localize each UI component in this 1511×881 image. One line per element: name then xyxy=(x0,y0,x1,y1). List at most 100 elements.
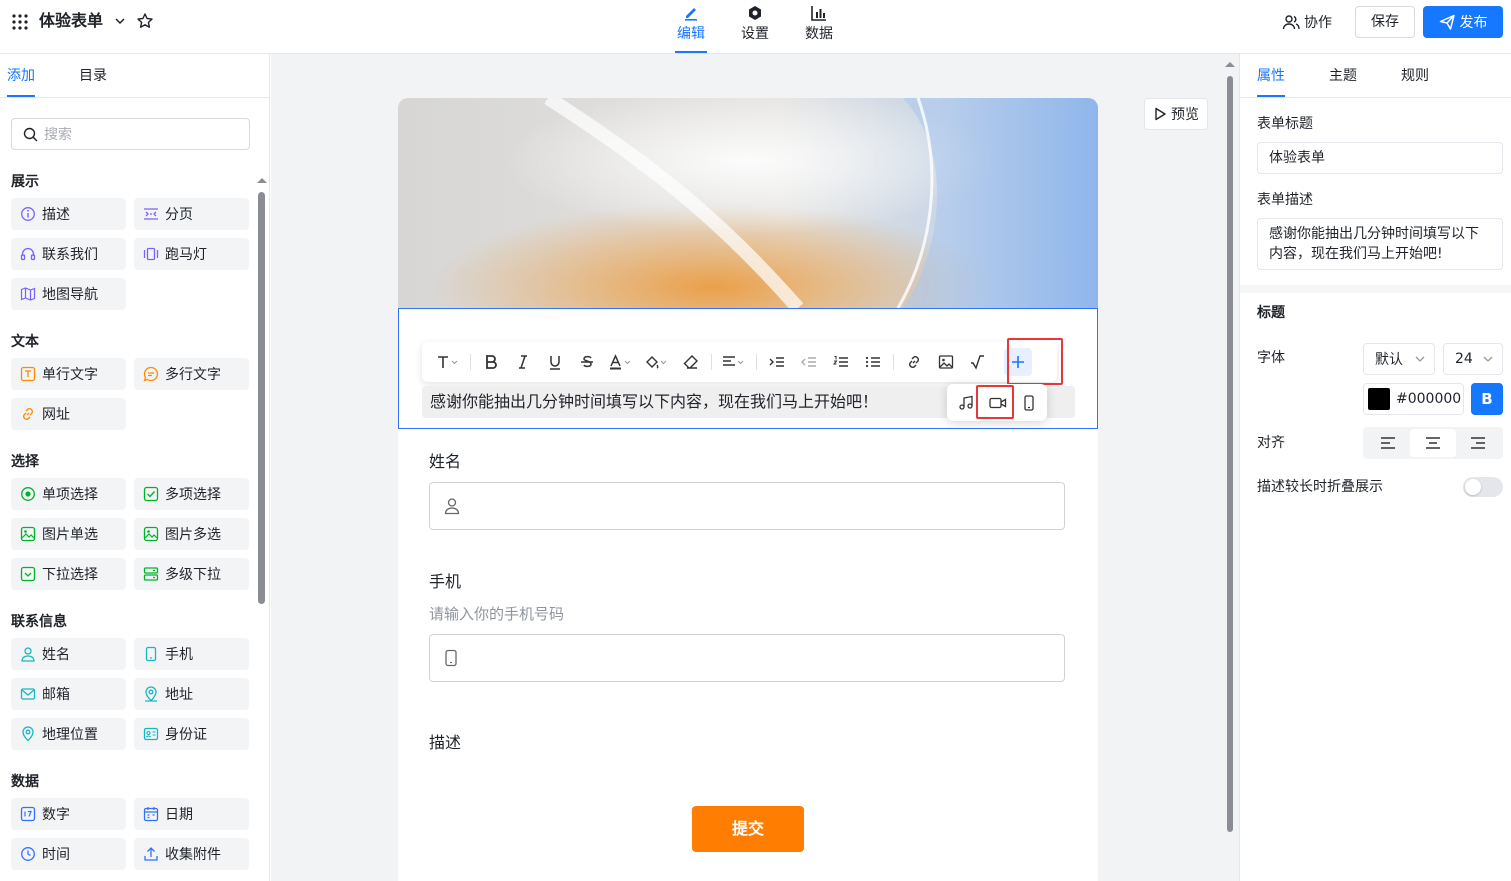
tab-add[interactable]: 添加 xyxy=(7,66,35,86)
tab-rules[interactable]: 规则 xyxy=(1401,66,1429,86)
collaborate-button[interactable]: 协作 xyxy=(1282,12,1332,32)
component-item-image-check[interactable]: 图片多选 xyxy=(134,518,249,550)
bullet-list-icon[interactable] xyxy=(857,348,889,376)
font-size-select[interactable]: 24 xyxy=(1443,343,1503,375)
component-panel: 添加 目录 搜索 展示 描述 分页 联系我们 跑马灯 地图导航 文本 单行文字 多行文字 网址 选择… xyxy=(0,54,270,881)
italic-icon[interactable] xyxy=(507,348,539,376)
align-left-icon[interactable] xyxy=(1365,429,1410,457)
text-style-icon[interactable] xyxy=(430,348,466,376)
color-value: #000000 xyxy=(1396,391,1462,407)
component-item-number[interactable]: 数字 xyxy=(11,798,126,830)
phone-input[interactable] xyxy=(429,634,1065,682)
desc-field-label: 描述 xyxy=(429,733,462,752)
publish-button[interactable]: 发布 xyxy=(1423,6,1503,38)
scrollbar[interactable] xyxy=(258,192,265,604)
name-input[interactable] xyxy=(429,482,1065,530)
tab-data[interactable]: 数据 xyxy=(803,0,835,54)
tab-edit[interactable]: 编辑 xyxy=(675,0,707,54)
app-grid-icon[interactable] xyxy=(12,14,28,30)
component-item-address[interactable]: 地址 xyxy=(134,678,249,710)
toolbar-separator xyxy=(893,354,894,370)
scrollbar[interactable] xyxy=(1227,76,1233,832)
font-color-icon[interactable] xyxy=(603,348,639,376)
heading-section-title: 标题 xyxy=(1257,305,1285,321)
component-item-mail[interactable]: 邮箱 xyxy=(11,678,126,710)
preview-button[interactable]: 预览 xyxy=(1144,98,1208,130)
form-title-input[interactable]: 体验表单 xyxy=(1257,142,1503,174)
component-item-upload[interactable]: 收集附件 xyxy=(134,838,249,870)
component-item-image-radio[interactable]: 图片单选 xyxy=(11,518,126,550)
toggle-knob xyxy=(1465,479,1481,495)
component-item-location[interactable]: 地理位置 xyxy=(11,718,126,750)
align-icon[interactable] xyxy=(716,348,752,376)
component-item-pagination[interactable]: 分页 xyxy=(134,198,249,230)
submit-button[interactable]: 提交 xyxy=(692,806,804,852)
component-item-label: 多行文字 xyxy=(165,367,221,383)
component-item-cascade[interactable]: 多级下拉 xyxy=(134,558,249,590)
link-icon[interactable] xyxy=(898,348,930,376)
scroll-up-arrow[interactable] xyxy=(1225,62,1235,67)
component-item-carousel[interactable]: 跑马灯 xyxy=(134,238,249,270)
scroll-up-arrow[interactable] xyxy=(257,178,267,183)
formula-icon[interactable] xyxy=(962,348,994,376)
form-desc-textarea[interactable]: 感谢你能抽出几分钟时间填写以下内容，现在我们马上开始吧! xyxy=(1257,218,1503,270)
highlight-color-icon[interactable] xyxy=(639,348,675,376)
image-radio-icon xyxy=(20,526,36,542)
component-item-radio[interactable]: 单项选择 xyxy=(11,478,126,510)
component-item-clock[interactable]: 时间 xyxy=(11,838,126,870)
preview-label: 预览 xyxy=(1171,107,1199,123)
tab-theme[interactable]: 主题 xyxy=(1329,66,1357,86)
component-item-headset[interactable]: 联系我们 xyxy=(11,238,126,270)
chevron-down-icon[interactable] xyxy=(114,15,126,27)
number-icon xyxy=(20,806,36,822)
clock-icon xyxy=(20,846,36,862)
phone-field-hint: 请输入你的手机号码 xyxy=(429,605,565,623)
highlight-box xyxy=(976,385,1014,419)
component-item-calendar[interactable]: 日期 xyxy=(134,798,249,830)
mobile-icon[interactable] xyxy=(1022,394,1036,411)
bar-chart-icon xyxy=(803,0,835,22)
component-item-info-circle[interactable]: 描述 xyxy=(11,198,126,230)
component-item-label: 收集附件 xyxy=(165,847,221,863)
chevron-down-icon xyxy=(1482,353,1494,365)
component-item-link[interactable]: 网址 xyxy=(11,398,126,430)
indent-icon[interactable] xyxy=(761,348,793,376)
tab-properties[interactable]: 属性 xyxy=(1257,66,1285,86)
collapse-toggle[interactable] xyxy=(1463,477,1503,497)
outdent-icon[interactable] xyxy=(793,348,825,376)
underline-icon[interactable] xyxy=(539,348,571,376)
tab-settings[interactable]: 设置 xyxy=(739,0,771,54)
ordered-list-icon[interactable] xyxy=(825,348,857,376)
align-right-icon[interactable] xyxy=(1456,429,1501,457)
divider xyxy=(1240,97,1511,98)
form-title[interactable]: 体验表单 xyxy=(39,11,103,31)
description-block[interactable]: 感谢你能抽出几分钟时间填写以下内容，现在我们马上开始吧！ xyxy=(398,308,1098,429)
section-title: 展示 xyxy=(11,174,39,190)
map-icon xyxy=(20,286,36,302)
bold-icon[interactable] xyxy=(475,348,507,376)
image-icon[interactable] xyxy=(930,348,962,376)
component-item-chat-text[interactable]: 多行文字 xyxy=(134,358,249,390)
component-item-map[interactable]: 地图导航 xyxy=(11,278,126,310)
eraser-icon[interactable] xyxy=(675,348,707,376)
banner-image[interactable] xyxy=(398,98,1098,308)
component-item-user[interactable]: 姓名 xyxy=(11,638,126,670)
align-center-icon[interactable] xyxy=(1410,429,1456,457)
tab-catalog[interactable]: 目录 xyxy=(79,66,107,86)
star-icon[interactable] xyxy=(136,12,154,30)
component-item-label: 联系我们 xyxy=(42,247,98,263)
save-button[interactable]: 保存 xyxy=(1355,6,1415,38)
component-item-phone[interactable]: 手机 xyxy=(134,638,249,670)
search-input[interactable]: 搜索 xyxy=(11,118,250,150)
component-item-checkbox[interactable]: 多项选择 xyxy=(134,478,249,510)
component-item-id-card[interactable]: 身份证 xyxy=(134,718,249,750)
color-picker[interactable]: #000000 xyxy=(1363,383,1464,415)
component-item-text-field[interactable]: 单行文字 xyxy=(11,358,126,390)
dropdown-icon xyxy=(20,566,36,582)
audio-icon[interactable] xyxy=(958,395,974,411)
font-select[interactable]: 默认 xyxy=(1363,343,1435,375)
component-item-label: 数字 xyxy=(42,807,70,823)
component-item-dropdown[interactable]: 下拉选择 xyxy=(11,558,126,590)
bold-toggle-button[interactable]: B xyxy=(1471,383,1503,415)
strikethrough-icon[interactable] xyxy=(571,348,603,376)
